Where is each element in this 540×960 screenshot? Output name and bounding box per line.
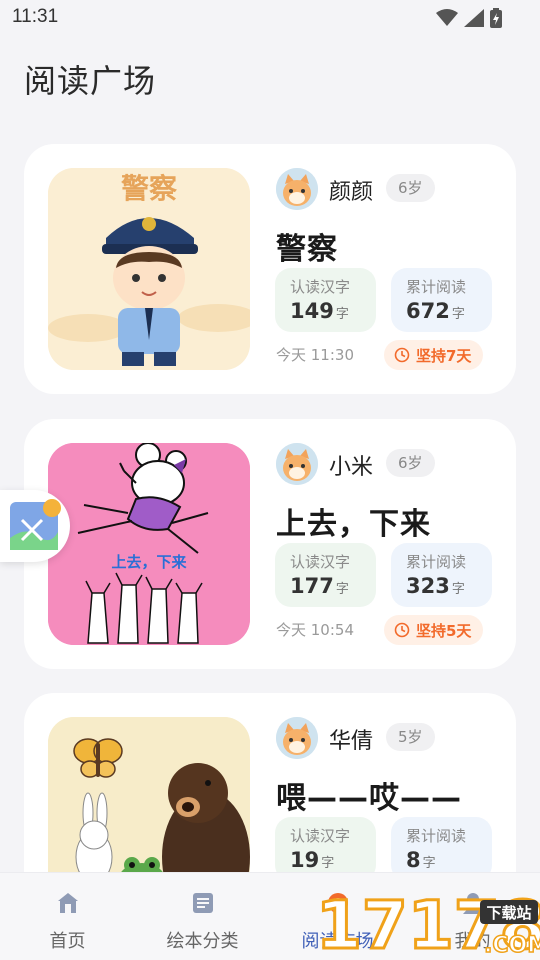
signal-icon [464, 9, 484, 27]
streak-badge: 坚持7天 [384, 340, 484, 370]
reading-card[interactable]: 警察 颜颜 6岁 警察 认读汉字 149 字 累计阅读 672 字 今天 11:… [24, 144, 516, 394]
page-title: 阅读广场 [24, 62, 157, 100]
stat-recognized-chars: 认读汉字 177 字 [275, 543, 376, 607]
book-cover[interactable]: 上去，下来 [48, 443, 250, 645]
book-title: 喂——哎—— [276, 781, 462, 816]
svg-text:下载站: 下载站 [486, 904, 531, 922]
stat-label: 认读汉字 [290, 553, 351, 571]
stat-label: 认读汉字 [290, 827, 351, 845]
avatar[interactable] [276, 717, 318, 759]
svg-text:.COM: .COM [484, 933, 540, 958]
age-badge: 6岁 [386, 449, 435, 477]
status-bar: 11:31 [0, 0, 540, 36]
status-icons [436, 8, 502, 28]
stat-value: 8字 [406, 848, 436, 872]
avatar[interactable] [276, 168, 318, 210]
age-badge: 6岁 [386, 174, 435, 202]
wifi-icon [436, 9, 458, 26]
read-time: 今天 11:30 [276, 346, 354, 364]
book-title: 警察 [276, 232, 338, 267]
stat-total-reading: 累计阅读 672 字 [391, 268, 492, 332]
user-name: 华倩 [329, 729, 374, 754]
cat-avatar-icon [276, 717, 318, 759]
status-time: 11:31 [12, 6, 59, 27]
user-name: 小米 [329, 455, 374, 480]
stat-label: 累计阅读 [406, 278, 467, 296]
stat-value: 149 字 [290, 299, 349, 323]
nav-categories[interactable]: 绘本分类 [135, 885, 270, 953]
read-time: 今天 10:54 [276, 621, 354, 639]
cat-avatar-icon [276, 443, 318, 485]
user-name: 颜颜 [329, 180, 374, 205]
police-illustration: 警察 [48, 168, 250, 370]
stat-label: 累计阅读 [406, 827, 467, 845]
book-cover[interactable]: 警察 [48, 168, 250, 370]
home-icon [57, 893, 78, 913]
age-badge: 5岁 [386, 723, 435, 751]
clock-icon [394, 622, 410, 638]
stat-value: 672 字 [406, 299, 465, 323]
nav-home[interactable]: 首页 [0, 885, 135, 953]
stat-recognized-chars: 认读汉字 149 字 [275, 268, 376, 332]
cover-title: 上去，下来 [111, 553, 187, 571]
streak-badge: 坚持5天 [384, 615, 484, 645]
butterfly-icon [73, 738, 123, 778]
reading-card[interactable]: 上去，下来 小米 6岁 上去，下来 认读汉字 177 字 累计阅读 323 字 今天… [24, 419, 516, 669]
stat-value: 323 字 [406, 574, 465, 598]
stat-value: 19 字 [290, 848, 335, 872]
avatar[interactable] [276, 443, 318, 485]
floating-gallery-button[interactable] [0, 490, 70, 562]
watermark-graphic: 17178 下载站 .COM [315, 886, 540, 960]
stat-total-reading: 累计阅读 323 字 [391, 543, 492, 607]
cat-avatar-icon [276, 168, 318, 210]
mouse-illustration: 上去，下来 [48, 443, 250, 645]
watermark-logo: 17178 下载站 .COM [314, 880, 540, 960]
image-icon [10, 499, 61, 550]
stat-label: 累计阅读 [406, 553, 467, 571]
clock-icon [394, 347, 410, 363]
book-title: 上去，下来 [276, 507, 431, 542]
battery-icon [490, 8, 502, 28]
cover-title: 警察 [121, 172, 178, 205]
stat-value: 177 字 [290, 574, 349, 598]
stat-label: 认读汉字 [290, 278, 351, 296]
book-icon [192, 893, 213, 913]
